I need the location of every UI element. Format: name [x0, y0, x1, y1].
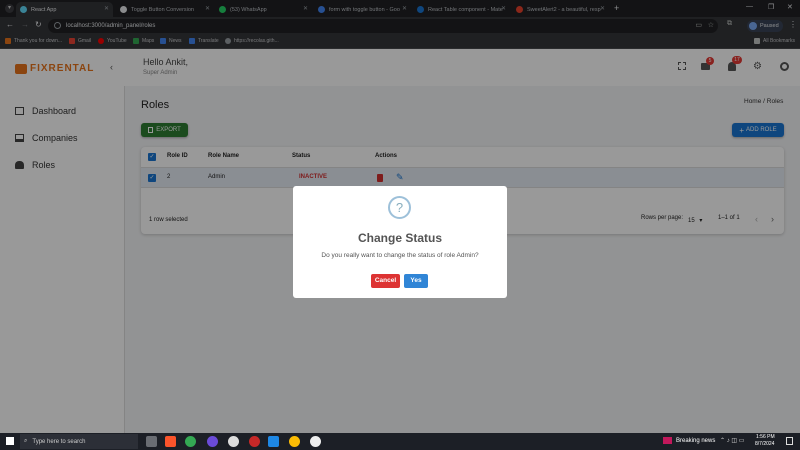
app-icon[interactable]	[228, 436, 239, 447]
app-icon[interactable]	[207, 436, 218, 447]
windows-start-icon[interactable]	[6, 437, 14, 445]
news-label: Breaking news	[676, 437, 716, 444]
news-widget[interactable]: Breaking news	[663, 437, 715, 444]
dialog-message: Do you really want to change the status …	[321, 252, 479, 259]
confirm-label: Yes	[410, 277, 422, 284]
cancel-label: Cancel	[374, 277, 397, 284]
chrome-icon[interactable]	[185, 436, 196, 447]
question-icon: ?	[388, 196, 411, 219]
confirm-yes-button[interactable]: Yes	[404, 274, 428, 288]
windows-taskbar: ⌕ Type here to search Breaking news ⌃ ♪ …	[0, 433, 800, 450]
chrome-icon[interactable]	[289, 436, 300, 447]
task-view-icon[interactable]	[146, 436, 157, 447]
brave-icon[interactable]	[165, 436, 176, 447]
taskbar-search-box[interactable]: ⌕ Type here to search	[20, 434, 138, 449]
cancel-button[interactable]: Cancel	[371, 274, 400, 288]
app-icon[interactable]	[249, 436, 260, 447]
clock-date: 8/7/2024	[755, 441, 775, 447]
dialog-title: Change Status	[357, 231, 442, 245]
change-status-dialog: ? Change Status Do you really want to ch…	[293, 186, 507, 298]
question-mark: ?	[395, 200, 404, 215]
notification-center-icon[interactable]	[786, 437, 793, 445]
download-icon[interactable]	[310, 436, 321, 447]
search-icon: ⌕	[24, 438, 28, 444]
clock-time: 1:56 PM	[756, 434, 775, 440]
news-icon	[663, 437, 672, 444]
vscode-icon[interactable]	[268, 436, 279, 447]
search-placeholder: Type here to search	[32, 438, 86, 445]
system-tray-icons[interactable]: ⌃ ♪ ◫ ▭	[720, 437, 744, 444]
